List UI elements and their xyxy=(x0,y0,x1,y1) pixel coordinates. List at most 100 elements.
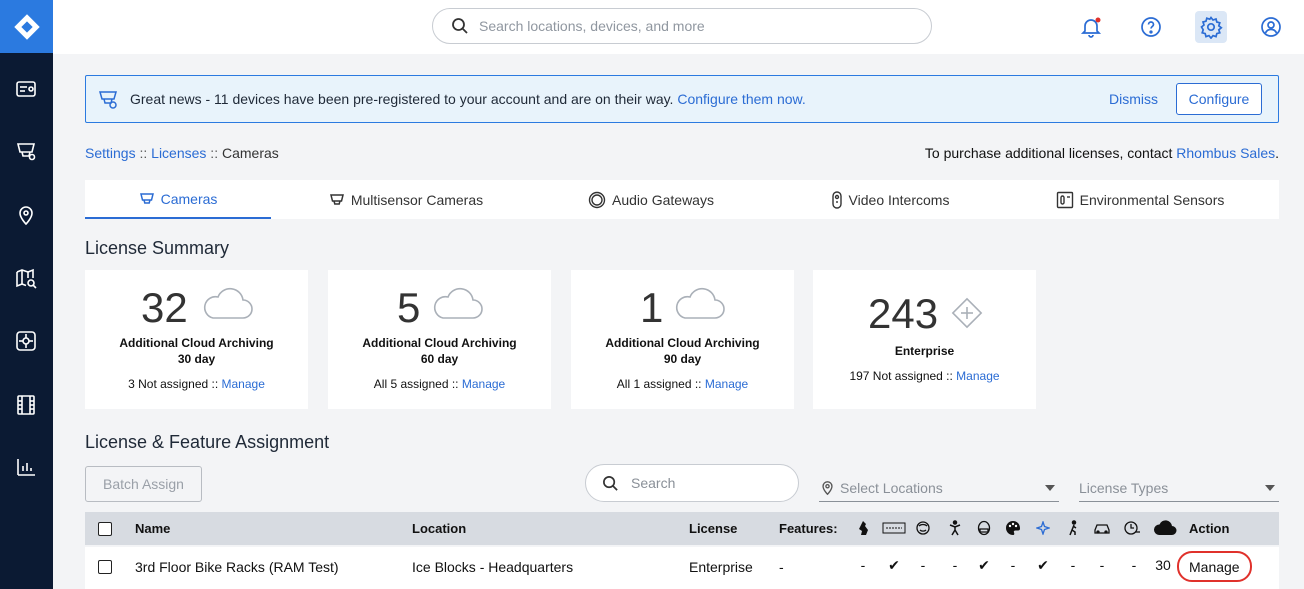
walking-person-icon xyxy=(1063,519,1083,537)
manage-highlight-ring xyxy=(1177,551,1252,582)
license-status: All 5 assigned :: Manage xyxy=(328,377,551,391)
dismiss-button[interactable]: Dismiss xyxy=(1109,91,1158,107)
manage-link[interactable]: Manage xyxy=(705,377,748,391)
ai-sparkle-icon xyxy=(1033,519,1053,537)
tab-label: Multisensor Cameras xyxy=(350,191,484,208)
device-type-tabs: Cameras Multisensor Cameras Audio Gatewa… xyxy=(85,180,1279,219)
tab-environmental-sensors[interactable]: Environmental Sensors xyxy=(1050,180,1230,219)
location-pin-icon[interactable] xyxy=(13,202,39,228)
enterprise-diamond-icon xyxy=(951,297,983,329)
breadcrumb-settings[interactable]: Settings xyxy=(85,145,136,161)
device-location: Ice Blocks - Headquarters xyxy=(412,559,574,575)
breadcrumb-separator: :: xyxy=(206,145,222,161)
user-profile-icon[interactable] xyxy=(1255,11,1287,43)
license-types-placeholder: License Types xyxy=(1079,479,1169,496)
reports-chart-icon[interactable] xyxy=(13,454,39,480)
purchase-note: To purchase additional licenses, contact… xyxy=(925,145,1279,161)
feature-vehicle: - xyxy=(1099,557,1105,573)
select-all-checkbox[interactable] xyxy=(98,522,112,536)
select-locations-placeholder: Select Locations xyxy=(840,479,943,496)
audio-gateway-icon xyxy=(588,191,606,208)
license-count: 32 xyxy=(141,284,188,331)
license-count: 243 xyxy=(868,290,939,337)
license-plate-icon xyxy=(882,519,906,537)
global-search-input[interactable]: Search locations, devices, and more xyxy=(432,8,932,44)
purchase-end: . xyxy=(1275,145,1279,161)
tab-audio-gateways[interactable]: Audio Gateways xyxy=(580,180,722,219)
tab-label: Audio Gateways xyxy=(612,191,714,208)
license-status-text: 197 Not assigned :: xyxy=(849,369,957,383)
human-movement-icon xyxy=(945,519,965,537)
column-features: Features: xyxy=(779,521,838,536)
license-name: Additional Cloud Archiving xyxy=(605,336,760,350)
breadcrumb-current: Cameras xyxy=(221,145,279,161)
rhombus-sales-link[interactable]: Rhombus Sales xyxy=(1176,145,1275,161)
face-recognition-icon xyxy=(913,519,933,537)
device-name-link[interactable]: 3rd Floor Bike Racks (RAM Test) xyxy=(135,559,339,575)
license-card-30day: 32 Additional Cloud Archiving 30 day 3 N… xyxy=(85,270,308,409)
column-name: Name xyxy=(135,521,171,536)
dashboard-icon[interactable] xyxy=(13,76,39,102)
configure-button[interactable]: Configure xyxy=(1176,83,1262,115)
device-search-input[interactable]: Search xyxy=(585,464,799,502)
license-card-enterprise: 243 Enterprise 197 Not assigned :: Manag… xyxy=(813,270,1036,409)
tab-label: Environmental Sensors xyxy=(1079,191,1225,208)
license-duration: 90 day xyxy=(663,352,702,366)
manage-link[interactable]: Manage xyxy=(462,377,505,391)
purchase-text: To purchase additional licenses, contact xyxy=(924,145,1177,161)
environmental-sensor-icon xyxy=(1056,191,1073,208)
preregistered-banner: Great news - 11 devices have been pre-re… xyxy=(85,75,1279,123)
license-types-dropdown[interactable]: License Types xyxy=(1079,474,1279,502)
feature-walking: - xyxy=(1070,557,1076,573)
map-search-icon[interactable] xyxy=(13,266,39,292)
license-status: 197 Not assigned :: Manage xyxy=(813,369,1036,383)
vehicle-icon xyxy=(1092,519,1112,537)
banner-message-text: Great news - 11 devices have been pre-re… xyxy=(130,91,678,107)
devices-icon[interactable] xyxy=(13,138,39,164)
rhombus-logo[interactable] xyxy=(0,0,53,53)
settings-gear-icon[interactable] xyxy=(1195,11,1227,43)
license-card-90day: 1 Additional Cloud Archiving 90 day All … xyxy=(571,270,794,409)
license-status-text: All 5 assigned :: xyxy=(373,377,462,391)
feature-history: - xyxy=(1131,557,1137,573)
camera-registration-icon xyxy=(99,91,117,109)
table-row: 3rd Floor Bike Racks (RAM Test) Ice Bloc… xyxy=(85,547,1279,589)
column-license: License xyxy=(689,521,738,536)
license-status: 3 Not assigned :: Manage xyxy=(85,377,308,391)
column-location: Location xyxy=(412,521,467,536)
manage-link[interactable]: Manage xyxy=(222,377,265,391)
tab-multisensor-cameras[interactable]: Multisensor Cameras xyxy=(316,180,496,219)
select-locations-dropdown[interactable]: Select Locations xyxy=(819,474,1059,502)
integrations-icon[interactable] xyxy=(13,328,39,354)
help-icon[interactable] xyxy=(1135,11,1167,43)
tab-cameras[interactable]: Cameras xyxy=(85,180,271,219)
feature-face-mask: ✔ xyxy=(978,557,990,573)
license-status: All 1 assigned :: Manage xyxy=(571,377,794,391)
license-card-60day: 5 Additional Cloud Archiving 60 day All … xyxy=(328,270,551,409)
license-status-text: All 1 assigned :: xyxy=(616,377,705,391)
multisensor-camera-icon xyxy=(329,193,344,205)
breadcrumb-separator: :: xyxy=(135,145,152,161)
feature-person-of-interest: - xyxy=(860,557,866,573)
license-duration: 30 day xyxy=(177,352,216,366)
sidebar xyxy=(0,0,53,589)
tab-video-intercoms[interactable]: Video Intercoms xyxy=(820,180,960,219)
assignment-title: License & Feature Assignment xyxy=(85,432,330,452)
location-pin-icon xyxy=(822,480,833,495)
camera-icon xyxy=(139,192,154,204)
search-icon xyxy=(452,18,468,34)
feature-ai: ✔ xyxy=(1037,557,1049,573)
batch-assign-button[interactable]: Batch Assign xyxy=(85,466,202,502)
notifications-bell-icon[interactable] xyxy=(1075,11,1107,43)
license-summary-title: License Summary xyxy=(85,238,230,258)
cloud-icon xyxy=(203,287,253,319)
film-icon[interactable] xyxy=(13,392,39,418)
row-checkbox[interactable] xyxy=(98,560,112,574)
license-name: Additional Cloud Archiving xyxy=(119,336,274,350)
configure-them-now-link[interactable]: Configure them now. xyxy=(677,91,805,107)
breadcrumb-licenses[interactable]: Licenses xyxy=(151,145,206,161)
manage-link[interactable]: Manage xyxy=(956,369,999,383)
device-search-placeholder: Search xyxy=(631,475,676,491)
tab-label: Cameras xyxy=(160,190,218,207)
column-action: Action xyxy=(1189,521,1230,536)
